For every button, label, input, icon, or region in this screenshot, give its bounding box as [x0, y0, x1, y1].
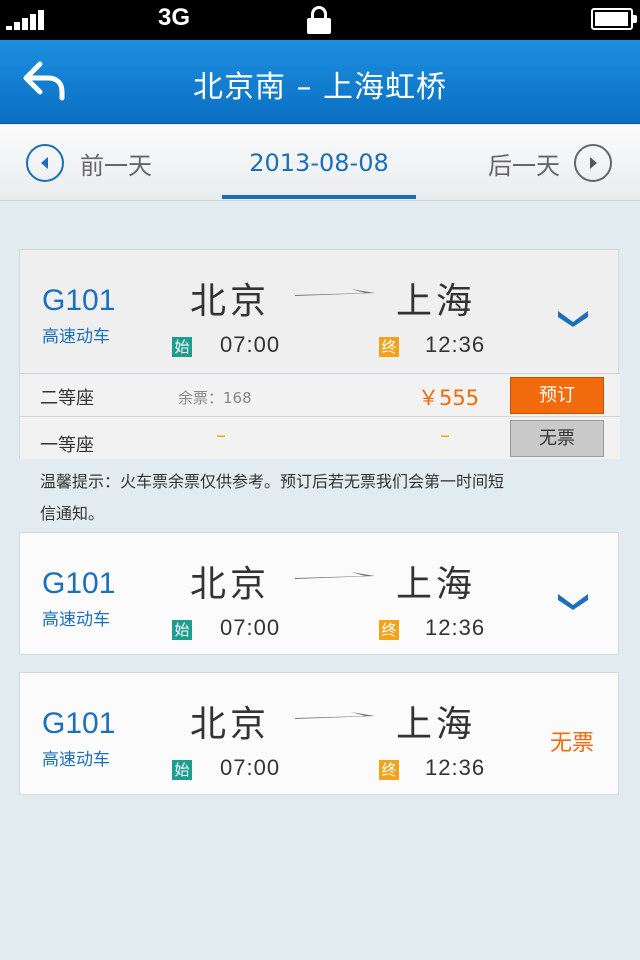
departure-city: 北京 [190, 281, 271, 322]
train-card[interactable]: G101 高速动车 北京 上海 始 07:00 终 12:36 [19, 532, 619, 655]
train-kind: 高速动车 [42, 610, 110, 630]
start-station-badge: 始 [172, 760, 192, 780]
end-station-badge: 终 [379, 760, 399, 780]
departure-time: 07:00 [220, 332, 281, 357]
seat-class: 二等座 [40, 388, 94, 409]
arrival-city: 上海 [396, 704, 477, 745]
navigation-bar: 北京南 – 上海虹桥 [0, 40, 640, 124]
end-station-badge: 终 [379, 620, 399, 640]
train-card[interactable]: G101 高速动车 北京 上海 始 07:00 终 12:36 二等座 余票：1… [19, 249, 620, 459]
arrival-time: 12:36 [425, 755, 486, 780]
seat-row: 二等座 余票：168 ￥555 预订 [20, 373, 620, 416]
train-code: G101 [42, 567, 116, 600]
seat-price: ￥555 [418, 386, 480, 410]
tickets-left: 余票：168 [178, 389, 252, 407]
train-kind: 高速动车 [42, 750, 110, 770]
train-kind: 高速动车 [42, 327, 110, 347]
train-card[interactable]: G101 高速动车 北京 上海 始 07:00 终 12:36 无票 [19, 672, 619, 795]
next-day-label: 后一天 [488, 151, 560, 180]
signal-strength-icon [6, 10, 48, 30]
end-station-badge: 终 [379, 337, 399, 357]
sold-out-button[interactable]: 无票 [510, 420, 604, 457]
chevron-down-icon[interactable] [556, 308, 590, 328]
lock-icon [307, 6, 331, 34]
seat-row: 一等座 – – 无票 [20, 416, 620, 459]
chevron-right-icon [574, 144, 612, 182]
route-arrow-icon [295, 712, 375, 719]
departure-city: 北京 [190, 704, 271, 745]
train-code: G101 [42, 284, 116, 317]
departure-time: 07:00 [220, 615, 281, 640]
reminder-tip: 温馨提示：火车票余票仅供参考。预订后若无票我们会第一时间短信通知。 [40, 472, 505, 523]
route-arrow-icon [295, 289, 375, 296]
date-tab-indicator [222, 195, 416, 199]
start-station-badge: 始 [172, 620, 192, 640]
train-code: G101 [42, 707, 116, 740]
next-day-button[interactable]: 后一天 [488, 143, 612, 183]
tickets-left-dash: – [216, 423, 226, 447]
arrival-city: 上海 [396, 564, 477, 605]
page-title: 北京南 – 上海虹桥 [192, 70, 448, 105]
chevron-down-icon[interactable] [556, 591, 590, 611]
start-station-badge: 始 [172, 337, 192, 357]
chevron-left-icon [26, 144, 64, 182]
route-arrow-icon [295, 572, 375, 579]
arrival-time: 12:36 [425, 332, 486, 357]
previous-day-button[interactable]: 前一天 [26, 143, 152, 183]
date-selector: 前一天 2013-08-08 后一天 [0, 125, 640, 201]
book-button[interactable]: 预订 [510, 377, 604, 414]
status-bar: 3G [0, 0, 640, 40]
network-type: 3G [158, 4, 191, 31]
seat-class: 一等座 [40, 435, 94, 456]
departure-time: 07:00 [220, 755, 281, 780]
sold-out-status: 无票 [550, 731, 595, 756]
departure-city: 北京 [190, 564, 271, 605]
battery-icon [591, 8, 637, 30]
previous-day-label: 前一天 [80, 151, 152, 180]
price-dash: – [440, 423, 450, 447]
arrival-city: 上海 [396, 281, 477, 322]
current-date-tab[interactable]: 2013-08-08 [222, 143, 416, 201]
arrival-time: 12:36 [425, 615, 486, 640]
